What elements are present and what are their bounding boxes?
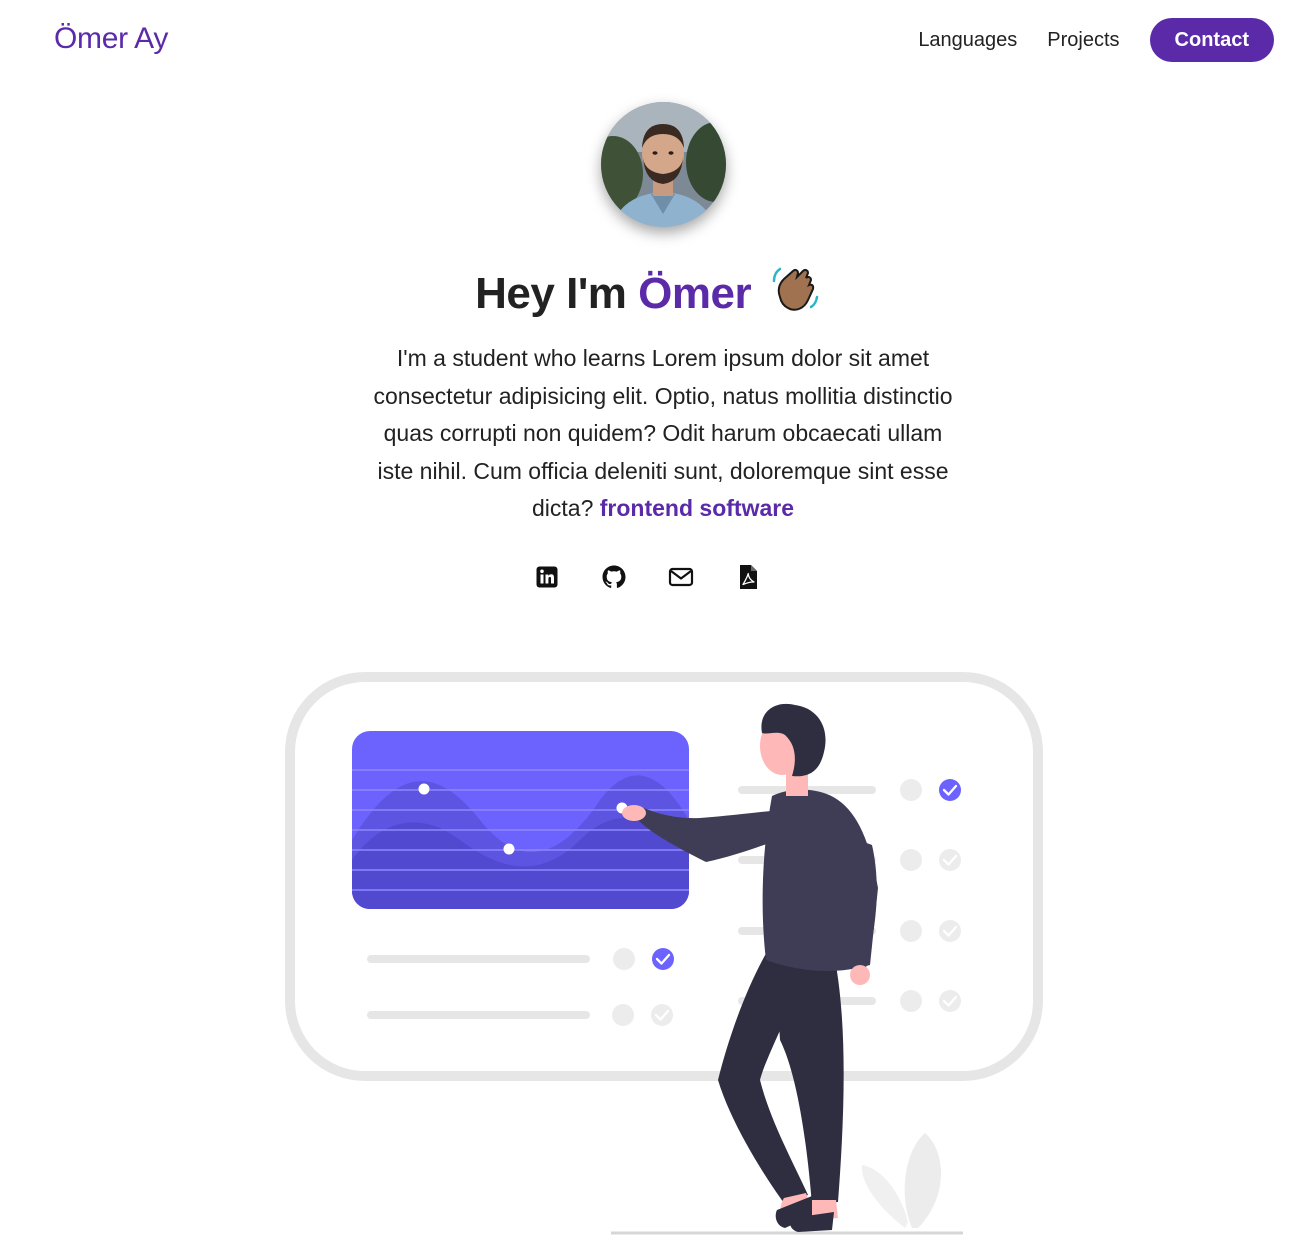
hero-illustration [285,672,1043,1235]
nav-projects-link[interactable]: Projects [1047,29,1119,52]
hero-bio-accent: frontend software [599,495,794,521]
hero-title: Hey I'm Ömer [0,262,1294,325]
hero-bio: I'm a student who learns Lorem ipsum dol… [367,340,959,528]
social-links [0,562,1294,592]
hero-greeting: Hey I'm [475,269,639,318]
hero-name: Ömer [638,269,752,318]
avatar-photo [601,102,726,227]
mail-icon[interactable] [666,562,696,592]
top-nav: Languages Projects Contact [888,18,1274,62]
pdf-icon[interactable] [733,562,763,592]
nav-languages-link[interactable]: Languages [918,29,1017,52]
avatar [601,102,726,227]
github-icon[interactable] [599,562,629,592]
linkedin-icon[interactable] [532,562,562,592]
waving-hand-emoji-icon [771,262,819,325]
contact-button[interactable]: Contact [1149,18,1274,62]
brand-logo[interactable]: Ömer Ay [54,22,168,56]
